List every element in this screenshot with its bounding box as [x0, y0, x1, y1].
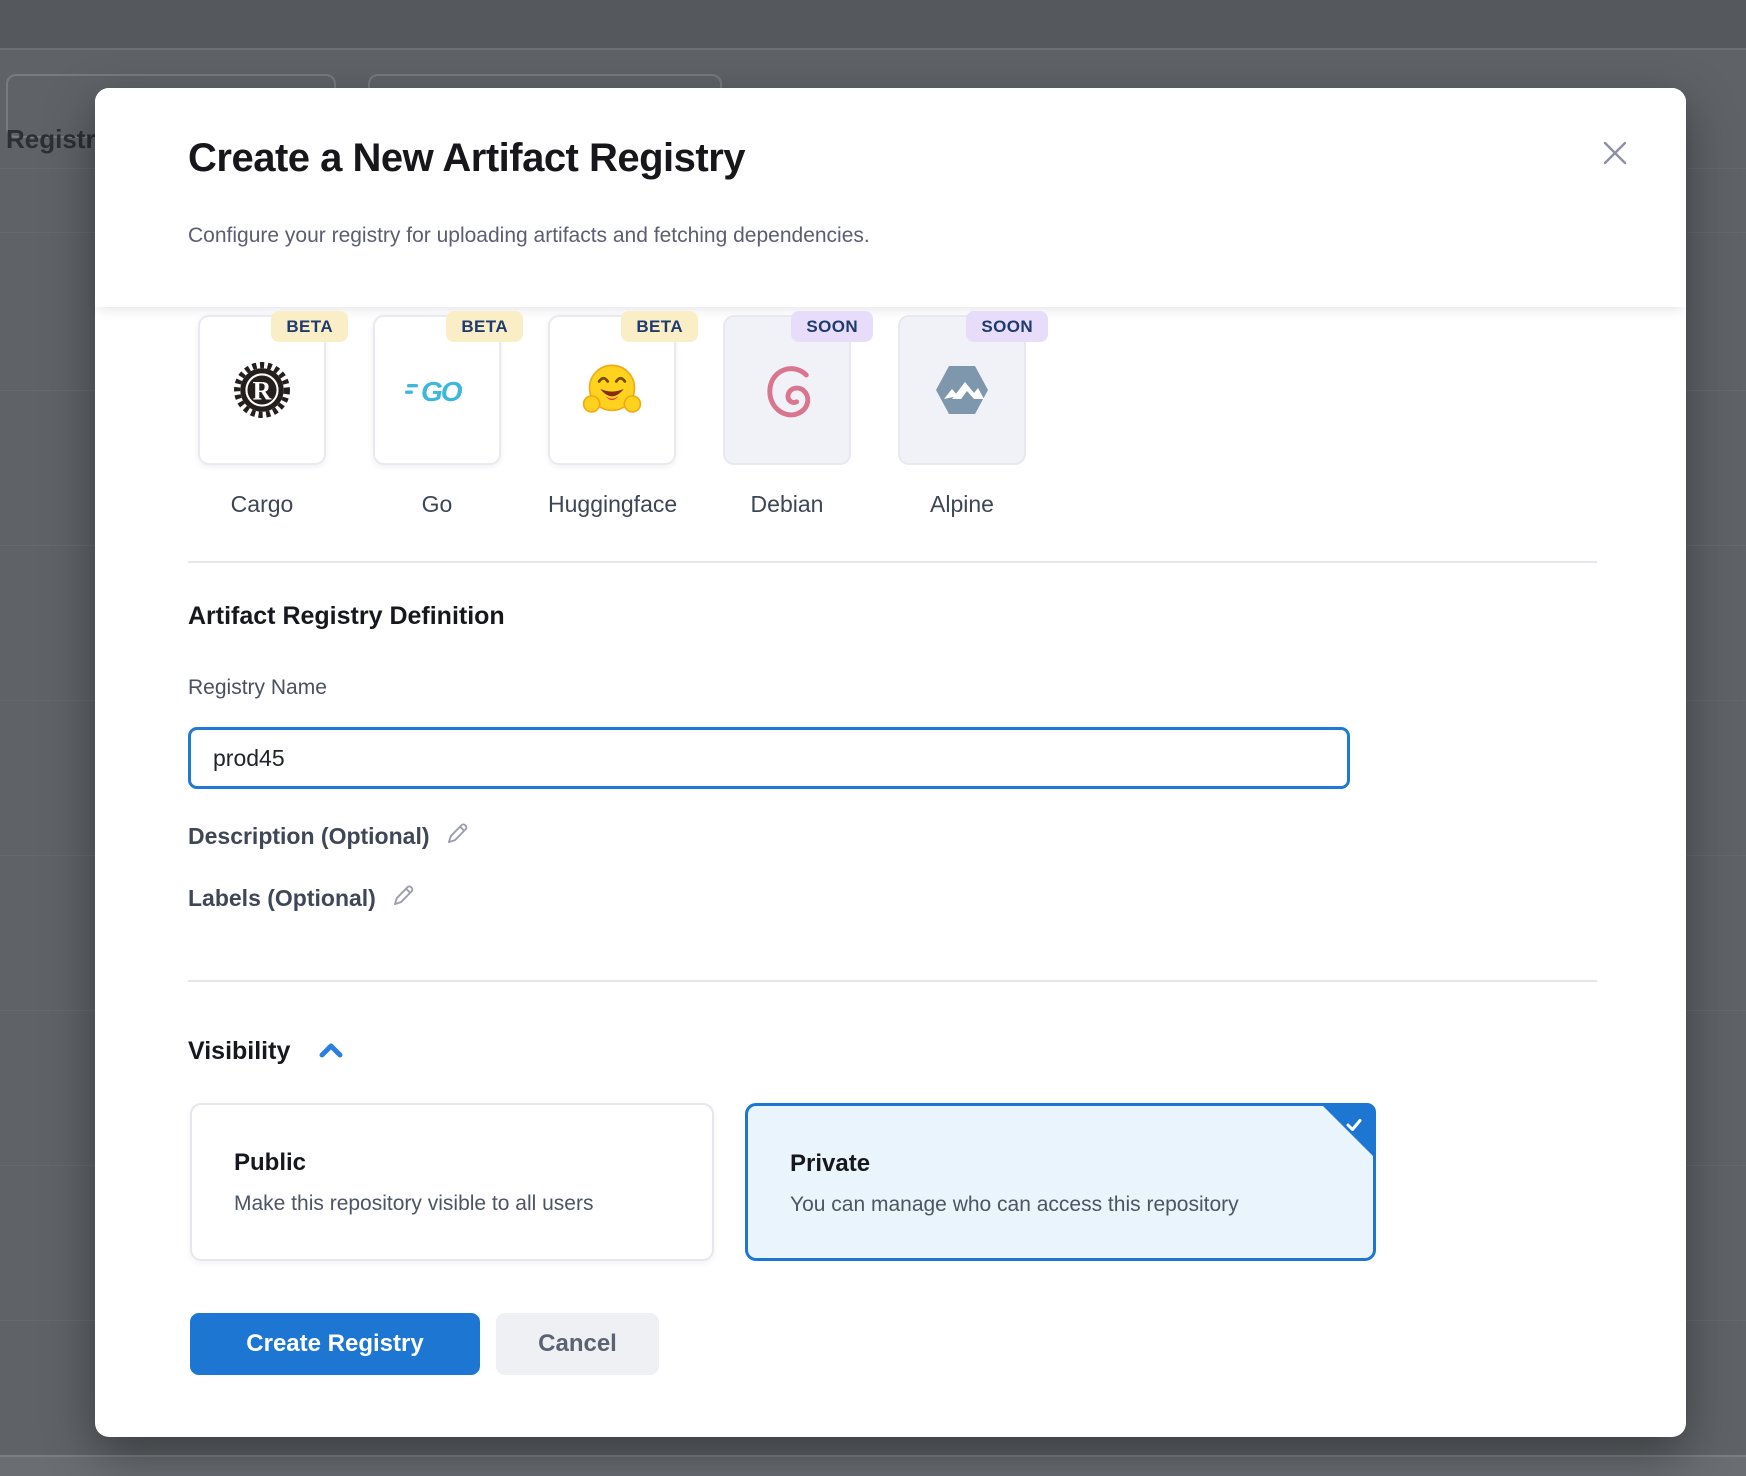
edit-description-button[interactable]: [444, 821, 470, 852]
package-option-cargo[interactable]: BETA R Cargo: [198, 315, 326, 518]
package-label: Huggingface: [548, 491, 676, 518]
beta-badge: BETA: [271, 311, 348, 342]
package-option-huggingface[interactable]: BETA Huggingface: [548, 315, 676, 518]
huggingface-logo-icon: [582, 360, 642, 420]
chevron-up-icon: [318, 1042, 344, 1060]
description-label: Description (Optional): [188, 823, 430, 850]
alpine-logo-icon: [932, 362, 992, 418]
screen: Registry Create a New Artifact Registry …: [0, 0, 1746, 1476]
visibility-option-title: Private: [790, 1150, 1373, 1178]
package-label: Alpine: [898, 491, 1026, 518]
visibility-heading: Visibility: [188, 1037, 290, 1066]
svg-text:GO: GO: [421, 376, 463, 407]
definition-heading: Artifact Registry Definition: [188, 602, 505, 631]
edit-labels-button[interactable]: [390, 883, 416, 914]
visibility-option-description: You can manage who can access this repos…: [790, 1193, 1373, 1217]
package-option-debian[interactable]: SOON Debian: [723, 315, 851, 518]
beta-badge: BETA: [621, 311, 698, 342]
check-icon: [1343, 1114, 1365, 1141]
go-logo-icon: GO: [405, 370, 469, 410]
close-button[interactable]: [1598, 136, 1632, 170]
section-divider: [188, 561, 1597, 563]
package-label: Debian: [723, 491, 851, 518]
package-option-alpine[interactable]: SOON Alpine: [898, 315, 1026, 518]
modal-subtitle: Configure your registry for uploading ar…: [188, 224, 870, 248]
package-label: Go: [373, 491, 501, 518]
modal-title: Create a New Artifact Registry: [188, 136, 745, 181]
visibility-option-public[interactable]: Public Make this repository visible to a…: [190, 1103, 714, 1261]
debian-logo-icon: [757, 360, 817, 420]
background-top-bar: [0, 0, 1746, 50]
labels-label: Labels (Optional): [188, 885, 376, 912]
visibility-option-description: Make this repository visible to all user…: [234, 1192, 712, 1216]
background-footer: [0, 1457, 1746, 1476]
pencil-icon: [444, 821, 470, 847]
section-divider: [188, 980, 1597, 982]
cancel-button[interactable]: Cancel: [496, 1313, 659, 1375]
x-icon: [1598, 136, 1632, 170]
svg-text:R: R: [253, 376, 272, 405]
collapse-visibility-button[interactable]: [318, 1042, 344, 1065]
package-option-go[interactable]: BETA GO Go: [373, 315, 501, 518]
cargo-rust-logo-icon: R: [233, 361, 291, 419]
soon-badge: SOON: [966, 311, 1048, 342]
visibility-option-title: Public: [234, 1149, 712, 1177]
create-registry-modal: Create a New Artifact Registry Configure…: [95, 88, 1686, 1437]
visibility-option-private[interactable]: Private You can manage who can access th…: [745, 1103, 1376, 1261]
registry-name-label: Registry Name: [188, 676, 327, 700]
create-registry-button[interactable]: Create Registry: [190, 1313, 480, 1375]
package-label: Cargo: [198, 491, 326, 518]
beta-badge: BETA: [446, 311, 523, 342]
pencil-icon: [390, 883, 416, 909]
registry-name-input[interactable]: [188, 727, 1350, 789]
modal-header: Create a New Artifact Registry Configure…: [95, 88, 1686, 307]
soon-badge: SOON: [791, 311, 873, 342]
